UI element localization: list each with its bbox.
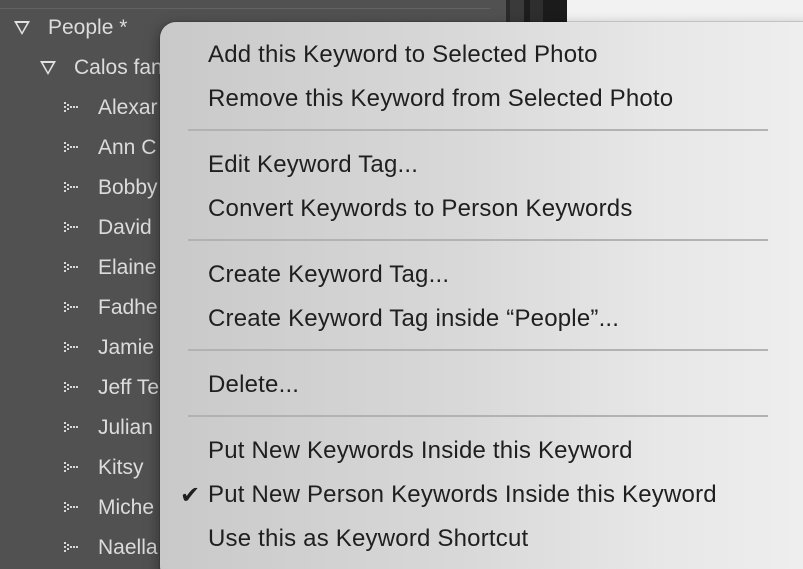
person-keyword-icon xyxy=(64,302,78,312)
keyword-row[interactable]: David xyxy=(64,208,152,248)
keyword-row-people[interactable]: People * xyxy=(14,8,127,48)
menu-separator xyxy=(188,349,768,351)
person-keyword-icon xyxy=(64,262,78,272)
menu-item-remove-keyword[interactable]: Remove this Keyword from Selected Photo xyxy=(208,79,673,119)
menu-item-label: Edit Keyword Tag... xyxy=(208,151,419,178)
keyword-row-calos[interactable]: Calos fan xyxy=(40,48,163,88)
menu-separator xyxy=(188,415,768,417)
keyword-label: Miche xyxy=(98,496,155,519)
keyword-row[interactable]: Kitsy xyxy=(64,448,144,488)
keyword-label: Jamie xyxy=(98,336,155,359)
menu-separator xyxy=(188,239,768,241)
person-keyword-icon xyxy=(64,502,78,512)
person-keyword-icon xyxy=(64,142,78,152)
menu-item-label: Put New Keywords Inside this Keyword xyxy=(208,437,633,464)
menu-item-label: Create Keyword Tag... xyxy=(208,261,450,288)
menu-item-label: Put New Person Keywords Inside this Keyw… xyxy=(208,481,717,508)
screen: People * Calos fan Alexar Ann C Bobby Da… xyxy=(0,0,803,569)
keyword-context-menu: Add this Keyword to Selected Photo Remov… xyxy=(160,22,803,569)
keyword-label: Jeff Te xyxy=(98,376,160,399)
menu-item-label: Convert Keywords to Person Keywords xyxy=(208,195,633,222)
keyword-label: People * xyxy=(48,16,128,39)
person-keyword-icon xyxy=(64,102,78,112)
keyword-label: Fadhe xyxy=(98,296,158,319)
menu-item-label: Use this as Keyword Shortcut xyxy=(208,525,529,552)
keyword-label: Calos fan xyxy=(74,56,163,79)
person-keyword-icon xyxy=(64,342,78,352)
menu-item-label: Add this Keyword to Selected Photo xyxy=(208,41,598,68)
keyword-row[interactable]: Alexar xyxy=(64,88,158,128)
keyword-label: Kitsy xyxy=(98,456,144,479)
keyword-row[interactable]: Julian xyxy=(64,408,153,448)
menu-item-convert-to-person[interactable]: Convert Keywords to Person Keywords xyxy=(208,189,633,229)
keyword-row[interactable]: Jeff Te xyxy=(64,368,159,408)
person-keyword-icon xyxy=(64,542,78,552)
menu-item-add-keyword[interactable]: Add this Keyword to Selected Photo xyxy=(208,35,598,75)
disclosure-triangle-icon[interactable] xyxy=(40,61,56,75)
menu-item-put-new-person-keywords-inside[interactable]: ✔ Put New Person Keywords Inside this Ke… xyxy=(180,475,717,515)
menu-item-label: Remove this Keyword from Selected Photo xyxy=(208,85,674,112)
disclosure-triangle-icon[interactable] xyxy=(14,21,30,35)
keyword-row[interactable]: Fadhe xyxy=(64,288,158,328)
person-keyword-icon xyxy=(64,462,78,472)
person-keyword-icon xyxy=(64,422,78,432)
menu-item-edit-keyword-tag[interactable]: Edit Keyword Tag... xyxy=(208,145,418,185)
keyword-row[interactable]: Naella xyxy=(64,528,158,568)
checkmark-icon: ✔ xyxy=(180,481,201,509)
menu-separator xyxy=(188,129,768,131)
keyword-label: Bobby xyxy=(98,176,158,199)
menu-item-create-keyword-tag-inside[interactable]: Create Keyword Tag inside “People”... xyxy=(208,299,619,339)
menu-item-put-new-keywords-inside[interactable]: Put New Keywords Inside this Keyword xyxy=(208,431,633,471)
person-keyword-icon xyxy=(64,222,78,232)
keyword-row[interactable]: Jamie xyxy=(64,328,154,368)
keyword-label: Elaine xyxy=(98,256,157,279)
menu-item-use-as-shortcut[interactable]: Use this as Keyword Shortcut xyxy=(208,519,528,559)
keyword-label: Julian xyxy=(98,416,153,439)
person-keyword-icon xyxy=(64,382,78,392)
person-keyword-icon xyxy=(64,182,78,192)
keyword-row[interactable]: Elaine xyxy=(64,248,156,288)
keyword-row[interactable]: Bobby xyxy=(64,168,158,208)
keyword-row[interactable]: Miche xyxy=(64,488,154,528)
keyword-row[interactable]: Ann C xyxy=(64,128,156,168)
menu-item-label: Delete... xyxy=(208,371,300,398)
menu-item-create-keyword-tag[interactable]: Create Keyword Tag... xyxy=(208,255,449,295)
keyword-label: Ann C xyxy=(98,136,157,159)
keyword-label: David xyxy=(98,216,152,239)
menu-item-label: Create Keyword Tag inside “People”... xyxy=(208,305,620,332)
menu-item-delete[interactable]: Delete... xyxy=(208,365,299,405)
keyword-label: Alexar xyxy=(98,96,158,119)
keyword-label: Naella xyxy=(98,536,158,559)
